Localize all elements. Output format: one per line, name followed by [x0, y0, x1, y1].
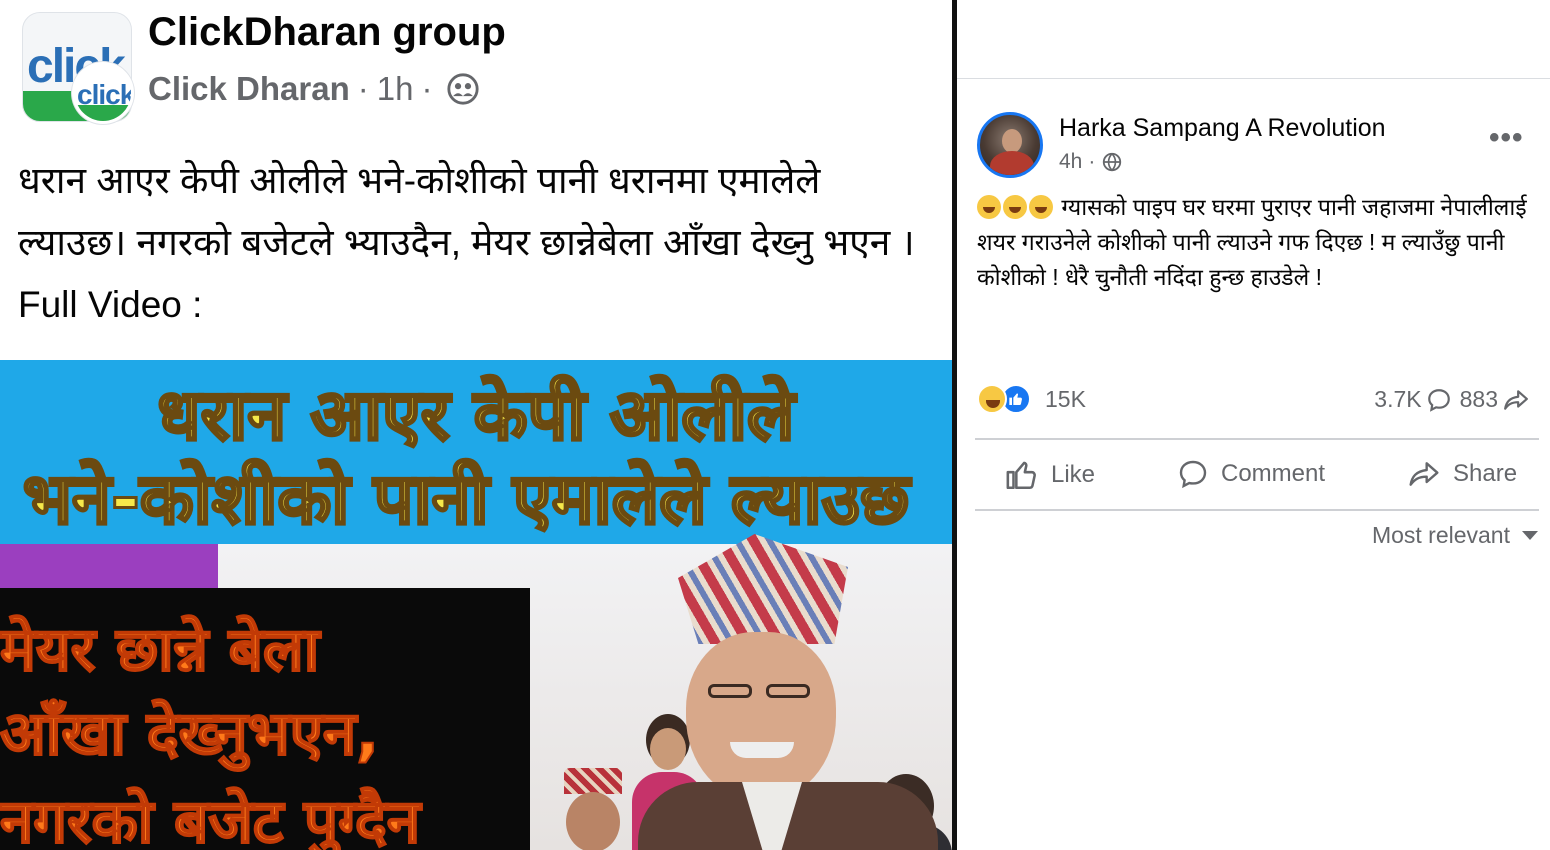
comment-sort-dropdown[interactable]: Most relevant [1372, 522, 1538, 549]
author-avatar[interactable]: click [72, 62, 134, 124]
post-text: धरान आएर केपी ओलीले भने-कोशीको पानी धरान… [18, 160, 915, 325]
like-label: Like [1051, 461, 1096, 488]
comment-button[interactable]: Comment [1177, 458, 1325, 490]
actions-bottom-divider [975, 509, 1539, 511]
rofl-emoji-icon [1003, 195, 1027, 219]
actions-top-divider [975, 438, 1539, 440]
reactions-summary[interactable]: 15K [977, 384, 1086, 414]
globe-icon [1103, 152, 1122, 172]
thumbnail-headline-1: धरान आएर केपी ओलीले [156, 373, 796, 458]
share-label: Share [1453, 460, 1518, 487]
thumbs-up-icon [1006, 461, 1036, 490]
post-time[interactable]: 1h [377, 70, 414, 108]
post-meta: 4h · [1059, 150, 1123, 174]
comment-bubble-icon [1179, 460, 1207, 489]
meta-separator: · [1088, 150, 1096, 173]
background-person-man [548, 768, 638, 850]
more-options-button[interactable]: ••• [1489, 123, 1524, 153]
like-button[interactable]: Like [1005, 458, 1095, 492]
group-name[interactable]: ClickDharan group [148, 10, 506, 55]
avatar-face [1002, 129, 1022, 153]
share-arrow-icon [1409, 462, 1439, 486]
reaction-count[interactable]: 15K [1045, 386, 1086, 413]
right-post: Harka Sampang A Revolution 4h · ••• ग्या… [957, 0, 1550, 850]
post-text-body: ग्यासको पाइप घर घरमा पुराएर पानी जहाजमा … [977, 194, 1527, 290]
video-thumbnail[interactable]: धरान आएर केपी ओलीले भने-कोशीको पानी एमाल… [0, 360, 952, 850]
meta-separator: · [357, 70, 369, 107]
page-avatar[interactable] [977, 112, 1043, 178]
rofl-emoji-icon [977, 195, 1001, 219]
left-post: click click ClickDharan group Click Dhar… [0, 0, 952, 850]
post-meta: Click Dharan · 1h · [148, 70, 480, 108]
post-text: ग्यासको पाइप घर घरमा पुराएर पानी जहाजमा … [977, 190, 1537, 295]
thumbnail-caption-3: नगरको बजेट पुग्दैन [0, 786, 421, 850]
sort-label: Most relevant [1371, 522, 1510, 548]
share-count[interactable]: 883 [1460, 386, 1498, 413]
caret-down-icon [1522, 531, 1538, 540]
engagement-stats: 3.7K 883 [1374, 386, 1538, 413]
top-border [957, 78, 1550, 79]
members-icon [447, 73, 480, 105]
comment-label: Comment [1221, 460, 1326, 487]
haha-reaction-icon [977, 384, 1007, 414]
comment-count[interactable]: 3.7K [1374, 386, 1421, 413]
author-name[interactable]: Click Dharan [148, 70, 350, 108]
avatar-body [990, 151, 1034, 175]
post-time[interactable]: 4h [1059, 150, 1082, 174]
main-person [638, 534, 952, 850]
share-count-icon [1504, 389, 1528, 410]
meta-separator-2: · [421, 70, 433, 107]
thumbnail-caption-1: मेयर छान्ने बेला [0, 614, 320, 686]
group-avatar-stack[interactable]: click click [22, 12, 134, 124]
page-name[interactable]: Harka Sampang A Revolution [1059, 114, 1386, 143]
share-button[interactable]: Share [1407, 458, 1517, 490]
thumbnail-caption-2: आँखा देख्नुभएन, [0, 698, 380, 770]
thumbnail-headline-2: भने-कोशीको पानी एमालेले ल्याउछ [21, 457, 910, 542]
comment-count-icon [1427, 388, 1450, 412]
thumbnail-purple-strip [0, 544, 218, 588]
rofl-emoji-icon [1029, 195, 1053, 219]
